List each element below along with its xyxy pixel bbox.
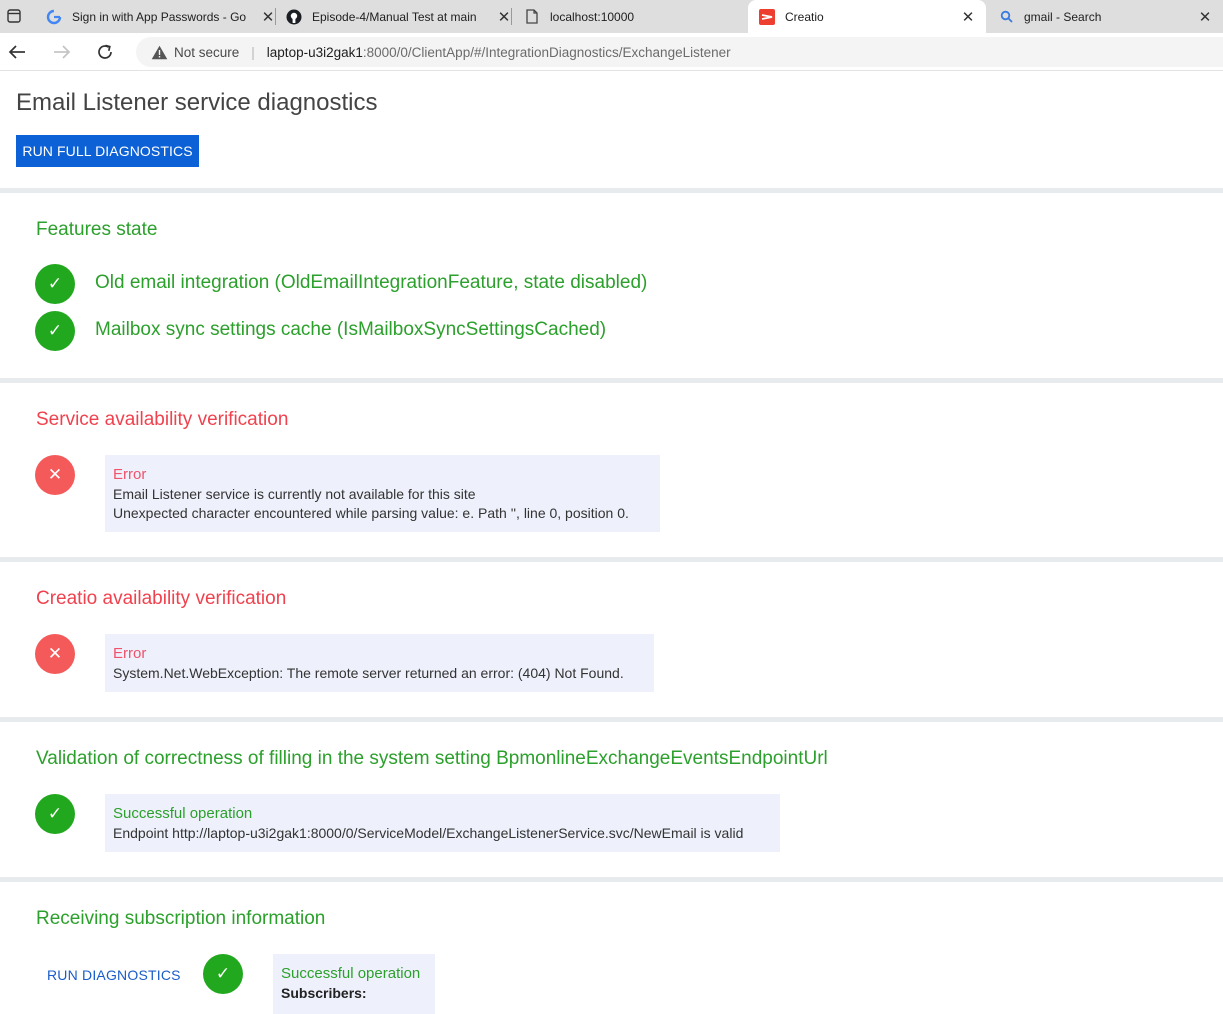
tab-title: Sign in with App Passwords - Go: [72, 9, 247, 24]
message-heading: Error: [113, 466, 147, 483]
browser-tab[interactable]: gmail - Search ✕: [986, 0, 1223, 33]
page-icon: [524, 9, 540, 25]
url-path: :8000/0/ClientApp/#/IntegrationDiagnosti…: [362, 44, 731, 60]
section-divider: [0, 188, 1223, 193]
tab-title: Episode-4/Manual Test at main: [312, 9, 477, 24]
section-divider: [0, 717, 1223, 722]
message-line: Email Listener service is currently not …: [113, 485, 476, 502]
page-title: Email Listener service diagnostics: [16, 89, 378, 116]
section-divider: [0, 557, 1223, 562]
validation-success-message: Successful operation Endpoint http://lap…: [105, 794, 780, 852]
validation-section-title: Validation of correctness of filling in …: [36, 748, 828, 769]
feature-item-mailbox-cache: Mailbox sync settings cache (IsMailboxSy…: [95, 319, 607, 340]
close-tab-icon[interactable]: ✕: [496, 9, 512, 26]
browser-tab-active[interactable]: Creatio ✕: [748, 0, 986, 33]
message-heading: Error: [113, 645, 147, 662]
tab-title: localhost:10000: [550, 9, 635, 24]
close-tab-icon[interactable]: ✕: [960, 9, 976, 26]
search-icon: [998, 9, 1014, 25]
run-diagnostics-link[interactable]: RUN DIAGNOSTICS: [47, 967, 181, 983]
page-content: Email Listener service diagnostics RUN F…: [0, 71, 1223, 1014]
success-check-icon: ✓: [35, 311, 75, 351]
creatio-section-title: Creatio availability verification: [36, 588, 287, 609]
browser-tab[interactable]: Sign in with App Passwords - Go ✕: [38, 0, 276, 33]
message-heading: Successful operation: [113, 805, 253, 822]
warning-icon[interactable]: [150, 43, 168, 61]
error-x-icon: ✕: [35, 634, 75, 674]
tab-actions-icon[interactable]: [4, 6, 24, 26]
browser-tab-bar: Sign in with App Passwords - Go ✕ Episod…: [0, 0, 1223, 33]
close-tab-icon[interactable]: ✕: [1197, 9, 1213, 26]
success-check-icon: ✓: [35, 264, 75, 304]
browser-tab[interactable]: Episode-4/Manual Test at main ✕: [276, 0, 512, 33]
message-line: Endpoint http://laptop-u3i2gak1:8000/0/S…: [113, 824, 744, 841]
features-section-title: Features state: [36, 219, 158, 240]
error-x-icon: ✕: [35, 455, 75, 495]
reload-icon[interactable]: [93, 40, 117, 64]
url-field[interactable]: Not secure | laptop-u3i2gak1 :8000/0/Cli…: [136, 37, 1223, 67]
section-divider: [0, 378, 1223, 383]
service-section-title: Service availability verification: [36, 409, 289, 430]
url-host: laptop-u3i2gak1: [266, 44, 363, 60]
forward-icon[interactable]: [50, 40, 74, 64]
service-error-message: Error Email Listener service is currentl…: [105, 455, 660, 532]
creatio-icon: [759, 8, 775, 25]
run-full-diagnostics-button[interactable]: RUN FULL DIAGNOSTICS: [16, 135, 199, 167]
section-divider: [0, 877, 1223, 882]
success-check-icon: ✓: [203, 954, 243, 994]
feature-item-old-email: Old email integration (OldEmailIntegrati…: [95, 272, 648, 293]
back-icon[interactable]: [5, 40, 29, 64]
message-line: Unexpected character encountered while p…: [113, 505, 629, 521]
github-icon: [286, 9, 302, 25]
success-check-icon: ✓: [35, 794, 75, 834]
address-bar-row: Not secure | laptop-u3i2gak1 :8000/0/Cli…: [0, 33, 1223, 71]
subscription-success-message: Successful operation Subscribers:: [273, 954, 435, 1014]
url-separator: |: [251, 44, 255, 60]
security-label[interactable]: Not secure: [174, 45, 239, 60]
subscribers-label: Subscribers:: [281, 984, 367, 1001]
creatio-error-message: Error System.Net.WebException: The remot…: [105, 634, 654, 692]
browser-tab[interactable]: localhost:10000: [512, 0, 748, 33]
tab-title: gmail - Search: [1024, 9, 1102, 24]
close-tab-icon[interactable]: ✕: [260, 9, 276, 26]
tab-title: Creatio: [785, 9, 824, 24]
subscription-section-title: Receiving subscription information: [36, 908, 326, 929]
message-line: System.Net.WebException: The remote serv…: [113, 664, 624, 681]
google-icon: [46, 9, 62, 25]
message-heading: Successful operation: [281, 965, 421, 982]
